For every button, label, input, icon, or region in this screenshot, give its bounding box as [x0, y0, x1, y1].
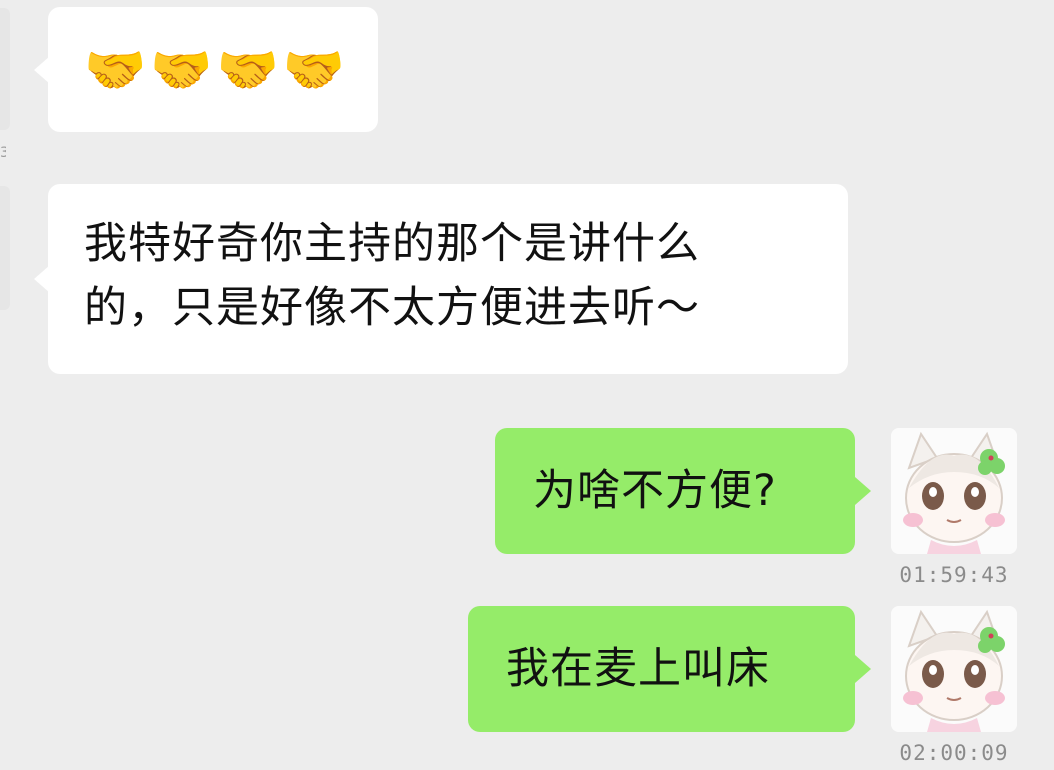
incoming-message-bubble[interactable]: 我特好奇你主持的那个是讲什么 的，只是好像不太方便进去听～: [34, 184, 848, 374]
incoming-message-bubble[interactable]: 🤝 🤝 🤝 🤝: [34, 7, 378, 132]
user-avatar[interactable]: [891, 428, 1017, 554]
user-avatar[interactable]: [891, 606, 1017, 732]
emoji-row: 🤝 🤝 🤝 🤝: [84, 7, 346, 132]
outgoing-message-bubble[interactable]: 我在麦上叫床: [468, 606, 871, 732]
handshake-emoji-icon: 🤝: [150, 40, 213, 99]
message-timestamp: 01:59:43: [899, 563, 1009, 587]
left-edge-avatar-fragment: [0, 8, 10, 130]
message-timestamp: 02:00:09: [899, 741, 1009, 765]
left-edge-glyph: 3: [0, 145, 6, 161]
message-text: 我在麦上叫床: [506, 644, 770, 694]
outgoing-message-bubble[interactable]: 为啥不方便?: [495, 428, 871, 554]
handshake-emoji-icon: 🤝: [216, 40, 279, 99]
anime-cat-girl-avatar-icon: [891, 606, 1017, 732]
handshake-emoji-icon: 🤝: [84, 40, 147, 99]
handshake-emoji-icon: 🤝: [282, 40, 346, 99]
message-text-line: 我特好奇你主持的那个是讲什么: [84, 219, 700, 269]
message-text: 为啥不方便?: [533, 466, 777, 516]
anime-cat-girl-avatar-icon: [891, 428, 1017, 554]
message-text-line: 的，只是好像不太方便进去听～: [84, 283, 700, 333]
left-edge-avatar-fragment: [0, 186, 10, 310]
